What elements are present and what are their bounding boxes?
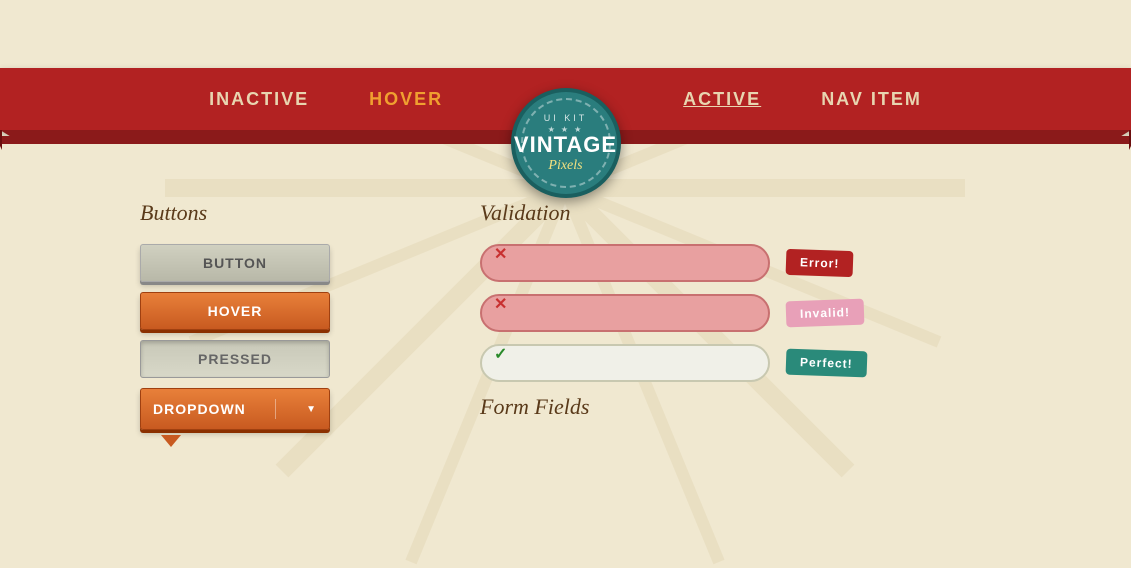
- logo-badge: UI Kit ★ ★ ★ VINTAGE Pixels: [511, 88, 621, 198]
- nav-item-nav[interactable]: NAV ITEM: [821, 89, 922, 110]
- validation-row-error1: ✕ Error!: [480, 244, 991, 282]
- validation-row-invalid: ✕ Invalid!: [480, 294, 991, 332]
- badge-stars: ★ ★ ★: [548, 125, 584, 134]
- dropdown-caret: [161, 435, 181, 447]
- dropdown-label: Dropdown: [153, 401, 246, 417]
- nav-item-active[interactable]: ACTIVE: [683, 89, 761, 110]
- badge-perfect: Perfect!: [786, 349, 868, 378]
- error-icon-2: ✕: [494, 294, 507, 314]
- dropdown-divider: [275, 399, 276, 419]
- input-field-error1[interactable]: [480, 244, 770, 282]
- validation-section: Validation ✕ Error! ✕ Invalid! ✓ Perfect…: [420, 200, 991, 440]
- button-dropdown[interactable]: Dropdown ▼: [140, 388, 330, 430]
- badge-error: Error!: [786, 249, 854, 277]
- badge-vintage-text: VINTAGE: [514, 134, 617, 156]
- nav-item-inactive[interactable]: INACTIVE: [209, 89, 309, 110]
- badge-invalid: Invalid!: [786, 299, 865, 328]
- ribbon-left: [0, 130, 2, 150]
- dropdown-arrow-icon: ▼: [306, 404, 317, 415]
- input-field-invalid[interactable]: [480, 294, 770, 332]
- main-content: Buttons Button Hover Pressed Dropdown ▼ …: [0, 160, 1131, 460]
- validation-section-title: Validation: [480, 200, 991, 226]
- badge-ui-kit-label: UI Kit: [544, 113, 588, 123]
- success-icon: ✓: [494, 344, 507, 364]
- error-icon-1: ✕: [494, 244, 507, 264]
- button-default[interactable]: Button: [140, 244, 330, 282]
- form-fields-title: Form Fields: [480, 394, 991, 420]
- button-hover[interactable]: Hover: [140, 292, 330, 330]
- buttons-section-title: Buttons: [140, 200, 420, 226]
- buttons-section: Buttons Button Hover Pressed Dropdown ▼: [140, 200, 420, 440]
- input-field-success[interactable]: [480, 344, 770, 382]
- nav-item-hover[interactable]: HOVER: [369, 89, 443, 110]
- badge-pixels-text: Pixels: [548, 158, 582, 174]
- button-pressed[interactable]: Pressed: [140, 340, 330, 378]
- validation-row-success: ✓ Perfect!: [480, 344, 991, 382]
